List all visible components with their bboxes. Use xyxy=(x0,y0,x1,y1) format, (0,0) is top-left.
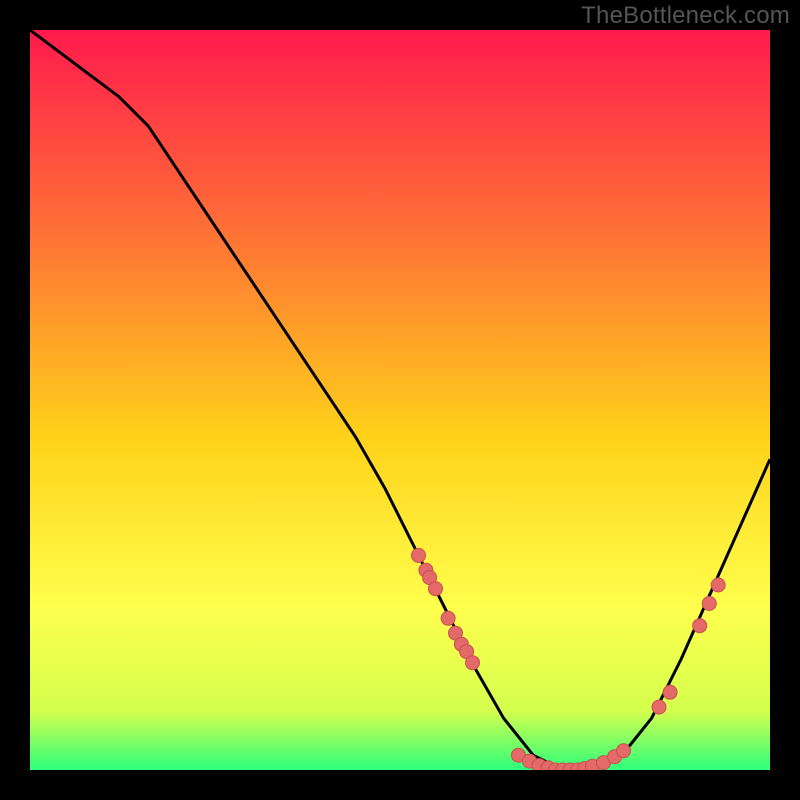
data-point xyxy=(711,578,725,592)
data-point xyxy=(617,744,631,758)
watermark-text: TheBottleneck.com xyxy=(581,2,790,30)
plot-area xyxy=(30,30,770,770)
data-point xyxy=(412,548,426,562)
data-point xyxy=(466,656,480,670)
data-point xyxy=(429,582,443,596)
data-point xyxy=(693,619,707,633)
gradient-background xyxy=(30,30,770,770)
data-point xyxy=(441,611,455,625)
data-point xyxy=(663,685,677,699)
data-point xyxy=(702,597,716,611)
chart-frame: TheBottleneck.com xyxy=(0,0,800,800)
data-point xyxy=(652,700,666,714)
chart-svg xyxy=(30,30,770,770)
